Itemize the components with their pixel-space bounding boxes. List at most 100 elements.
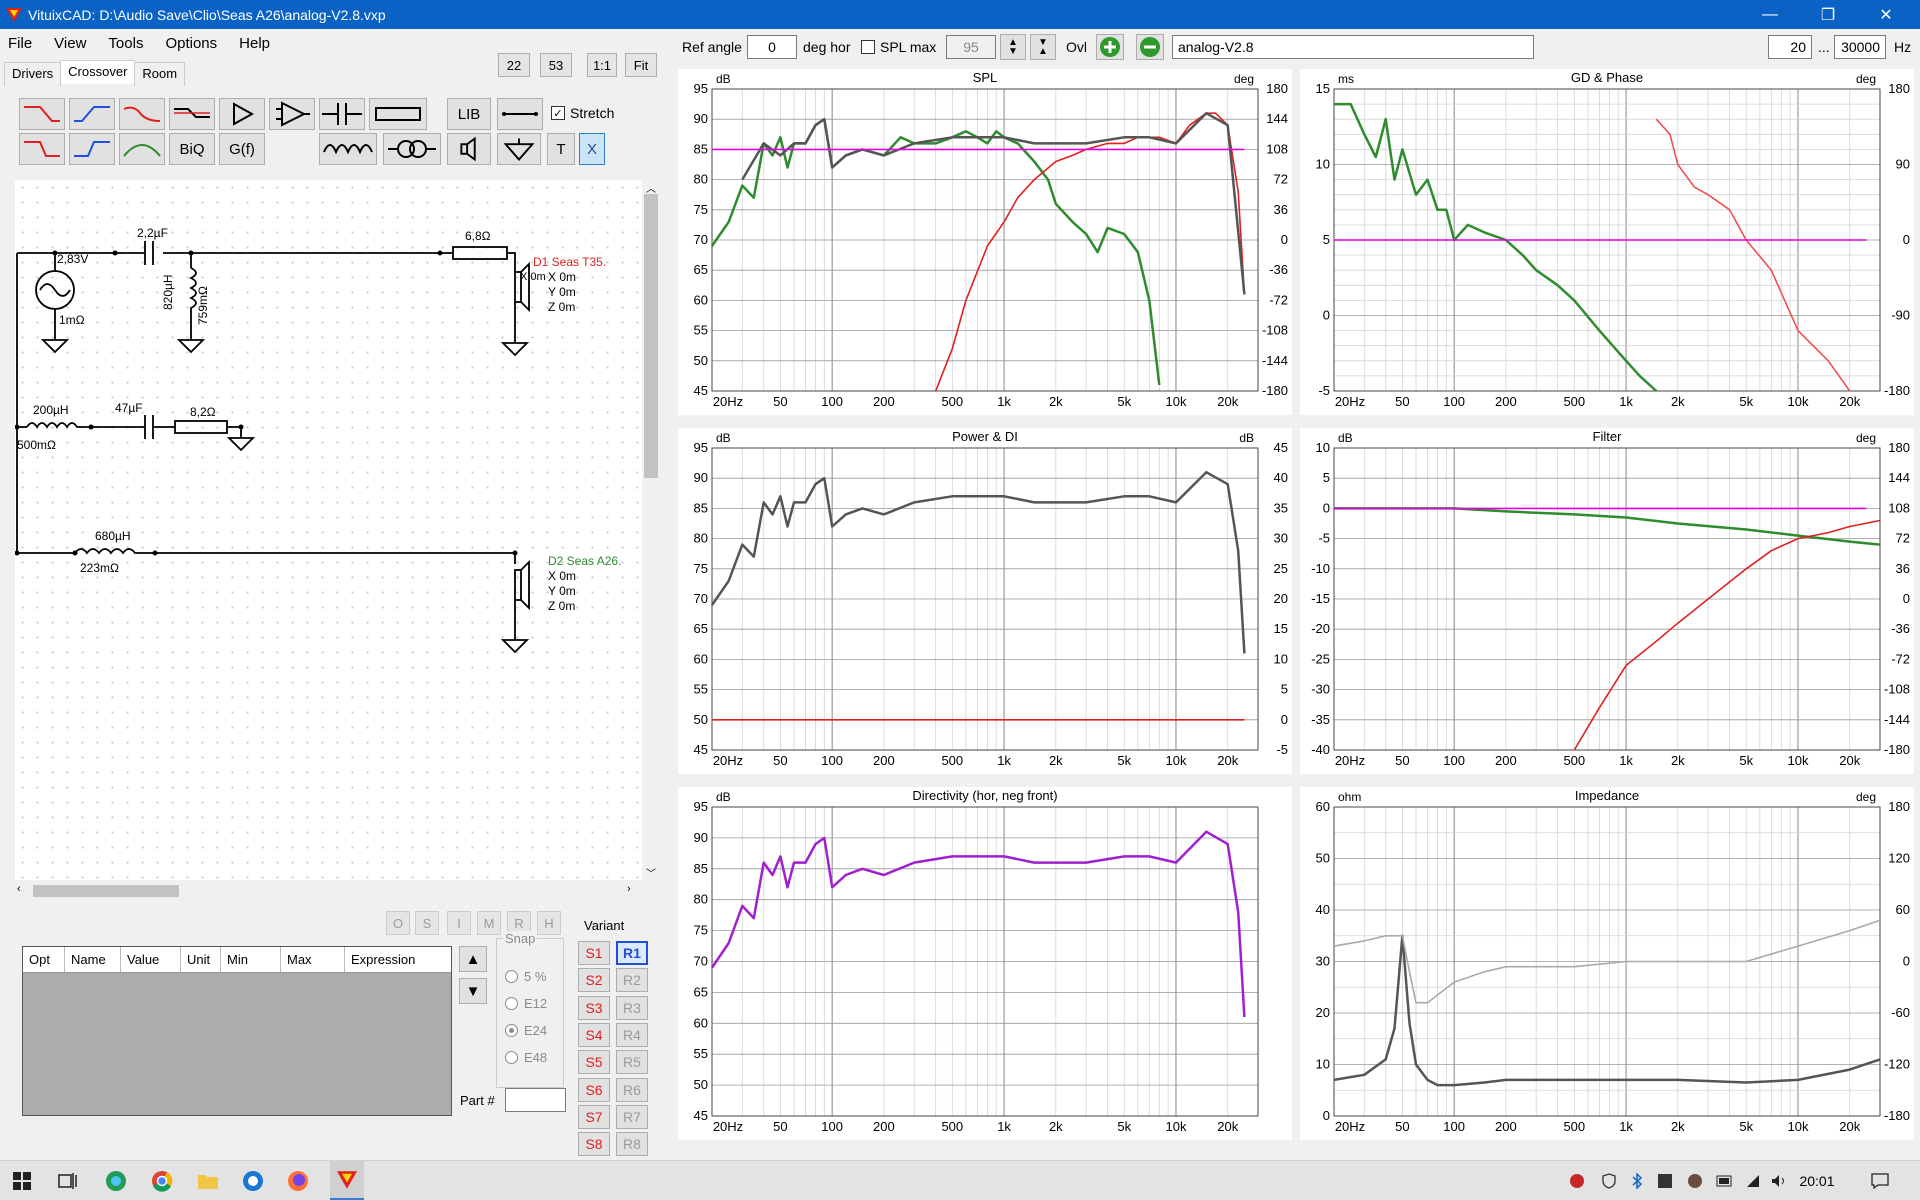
part-number-input[interactable] <box>505 1088 566 1112</box>
snap-e12-radio[interactable]: E12 <box>505 996 547 1011</box>
shelf-button[interactable] <box>169 98 215 130</box>
col-unit[interactable]: Unit <box>181 947 221 972</box>
highpass-blue-button[interactable] <box>69 98 115 130</box>
highpass2-blue-button[interactable] <box>69 133 115 165</box>
volume-tray-icon[interactable] <box>1770 1173 1788 1189</box>
app-icon[interactable] <box>241 1169 265 1193</box>
variant-s4-button[interactable]: S4 <box>578 1023 610 1047</box>
text-button[interactable]: T <box>547 133 575 165</box>
vituixcad-taskbar-icon[interactable] <box>330 1161 364 1200</box>
variant-s5-button[interactable]: S5 <box>578 1050 610 1074</box>
spl-max-input[interactable]: 95 <box>946 35 996 59</box>
delete-button[interactable]: X <box>579 133 605 165</box>
app2-tray-icon[interactable] <box>1686 1173 1704 1189</box>
tab-drivers[interactable]: Drivers <box>4 62 62 86</box>
schematic-horizontal-scrollbar[interactable]: ‹ › <box>15 882 642 900</box>
freq-max-input[interactable]: 30000 <box>1834 35 1886 59</box>
lowpass2-red-button[interactable] <box>19 133 65 165</box>
snap-e24-radio[interactable]: E24 <box>505 1023 547 1038</box>
scroll-down-icon[interactable]: ﹀ <box>646 865 656 880</box>
variant-s7-button[interactable]: S7 <box>578 1105 610 1129</box>
scroll-right-icon[interactable]: › <box>627 883 631 895</box>
wifi-tray-icon[interactable] <box>1744 1173 1762 1189</box>
tab-room[interactable]: Room <box>134 62 186 86</box>
windows-start-icon[interactable] <box>10 1169 34 1193</box>
ref-angle-input[interactable]: 0 <box>747 35 797 59</box>
opt-o-button[interactable]: O <box>386 911 410 935</box>
col-opt[interactable]: Opt <box>23 947 65 972</box>
parameter-table[interactable]: Opt Name Value Unit Min Max Expression <box>22 946 452 1116</box>
move-down-button[interactable]: ▼ <box>459 978 487 1004</box>
driver-button[interactable] <box>447 133 491 165</box>
variant-s8-button[interactable]: S8 <box>578 1132 610 1156</box>
ground-button[interactable] <box>497 133 541 165</box>
variant-s6-button[interactable]: S6 <box>578 1078 610 1102</box>
variant-r7-button[interactable]: R7 <box>616 1105 648 1129</box>
library-button[interactable]: LIB <box>447 98 491 130</box>
maximize-button[interactable]: ❐ <box>1800 0 1856 29</box>
power-di-chart-panel[interactable]: Power & DI dB dB 95 90 85 80 75 70 65 60 55 50 45 45 40… <box>678 428 1292 774</box>
filter-chart-panel[interactable]: Filter dB deg 10 5 0 -5 -10 -15 -20 -25 -30 -35 -40 18… <box>1300 428 1914 774</box>
remove-overlay-button[interactable] <box>1136 34 1164 60</box>
col-max[interactable]: Max <box>281 947 345 972</box>
shield-tray-icon[interactable] <box>1600 1173 1618 1189</box>
schematic-vertical-scrollbar[interactable]: ︿ ﹀ <box>642 180 660 880</box>
task-view-icon[interactable] <box>56 1169 80 1193</box>
impedance-chart-panel[interactable]: Impedance ohm deg 60 50 40 30 20 10 0 180 120 60 0 -60… <box>1300 787 1914 1140</box>
firefox-icon[interactable] <box>286 1169 310 1193</box>
bandpass-red-button[interactable] <box>119 98 165 130</box>
menu-options[interactable]: Options <box>165 35 217 52</box>
col-value[interactable]: Value <box>121 947 181 972</box>
variant-r6-button[interactable]: R6 <box>616 1078 648 1102</box>
menu-tools[interactable]: Tools <box>108 35 143 52</box>
opt-h-button[interactable]: H <box>537 911 561 935</box>
clock[interactable]: 20:01 <box>1797 1173 1837 1189</box>
directivity-chart-panel[interactable]: Directivity (hor, neg front) dB 95 90 85 80 75… <box>678 787 1292 1140</box>
variant-r4-button[interactable]: R4 <box>616 1023 648 1047</box>
menu-file[interactable]: File <box>8 35 32 52</box>
lowpass-red-button[interactable] <box>19 98 65 130</box>
resistor-button[interactable] <box>369 98 427 130</box>
variant-r1-button[interactable]: R1 <box>616 941 648 965</box>
variant-s1-button[interactable]: S1 <box>578 941 610 965</box>
fit-vertical-button[interactable]: ▼ ▲ <box>1030 34 1056 60</box>
inductor-button[interactable] <box>319 133 377 165</box>
capacitor-button[interactable] <box>319 98 365 130</box>
schematic-canvas[interactable]: 2,83V 1mΩ 2,2µF 820µH 759mΩ 6,8Ω D1 Seas… <box>14 180 642 880</box>
variant-r2-button[interactable]: R2 <box>616 968 648 992</box>
move-up-button[interactable]: ▲ <box>459 946 487 972</box>
menu-view[interactable]: View <box>54 35 86 52</box>
spin-up-down-button[interactable]: ▲ ▼ <box>1000 34 1026 60</box>
variant-r8-button[interactable]: R8 <box>616 1132 648 1156</box>
bluetooth-tray-icon[interactable] <box>1628 1173 1646 1189</box>
buffer-button[interactable] <box>219 98 265 130</box>
col-name[interactable]: Name <box>65 947 121 972</box>
variant-r3-button[interactable]: R3 <box>616 996 648 1020</box>
col-expression[interactable]: Expression <box>345 947 451 972</box>
opamp-button[interactable] <box>269 98 315 130</box>
scroll-thumb[interactable] <box>33 885 179 897</box>
zoom-fit-button[interactable]: Fit <box>625 53 657 77</box>
variant-name-input[interactable]: analog-V2.8 <box>1172 35 1534 59</box>
menu-help[interactable]: Help <box>239 35 270 52</box>
variant-r5-button[interactable]: R5 <box>616 1050 648 1074</box>
snap-5pct-radio[interactable]: 5 % <box>505 969 546 984</box>
spl-max-checkbox[interactable]: SPL max <box>861 34 936 60</box>
notification-icon[interactable] <box>1871 1173 1889 1189</box>
edge-icon[interactable] <box>104 1169 128 1193</box>
variant-s2-button[interactable]: S2 <box>578 968 610 992</box>
col-min[interactable]: Min <box>221 947 281 972</box>
spl-chart-panel[interactable]: SPL dB deg 95 90 85 80 75 70 65 60 55 50 45 180 144 108 7… <box>678 69 1292 415</box>
transformer-button[interactable] <box>383 133 441 165</box>
opt-s-button[interactable]: S <box>415 911 439 935</box>
zoom-22-button[interactable]: 22 <box>498 53 530 77</box>
close-button[interactable]: ✕ <box>1858 0 1914 29</box>
scroll-up-icon[interactable]: ︿ <box>646 180 656 195</box>
scroll-thumb[interactable] <box>644 194 658 478</box>
stretch-checkbox[interactable]: ✓ Stretch <box>551 105 614 121</box>
minimize-button[interactable]: — <box>1742 0 1798 29</box>
opt-m-button[interactable]: M <box>477 911 501 935</box>
wire-button[interactable] <box>497 98 543 130</box>
zoom-1to1-button[interactable]: 1:1 <box>587 53 617 77</box>
tab-crossover[interactable]: Crossover <box>60 60 136 84</box>
